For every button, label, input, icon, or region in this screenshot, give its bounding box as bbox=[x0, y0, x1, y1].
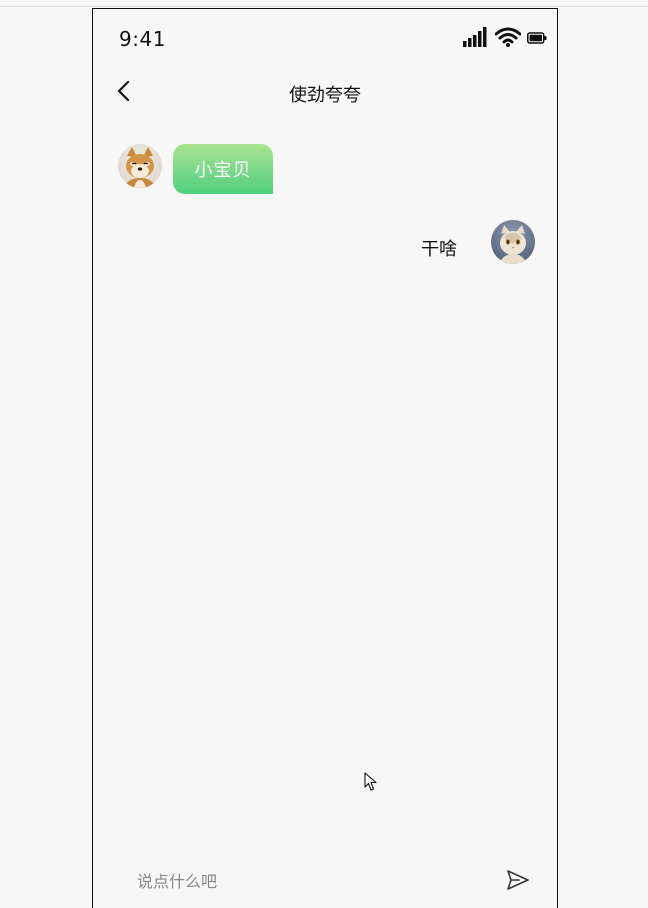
wifi-icon bbox=[494, 27, 522, 51]
top-divider bbox=[0, 6, 648, 7]
status-icons bbox=[463, 27, 547, 51]
page-title: 使劲夸夸 bbox=[289, 85, 361, 106]
message-text: 小宝贝 bbox=[194, 160, 252, 181]
send-icon bbox=[505, 870, 531, 897]
signal-icon bbox=[463, 27, 489, 51]
shiba-dog-avatar[interactable] bbox=[118, 144, 162, 188]
status-bar: 9:41 bbox=[93, 9, 557, 69]
cat-avatar[interactable] bbox=[491, 220, 535, 264]
nav-bar: 使劲夸夸 bbox=[93, 71, 557, 117]
message-bubble-received[interactable]: 小宝贝 bbox=[173, 144, 273, 194]
send-button[interactable] bbox=[505, 867, 531, 893]
message-input[interactable] bbox=[135, 865, 479, 897]
message-input-bar bbox=[93, 861, 557, 901]
battery-icon bbox=[527, 30, 547, 49]
message-sent-text[interactable]: 干啥 bbox=[421, 235, 457, 261]
mouse-cursor-icon bbox=[364, 772, 378, 792]
status-time: 9:41 bbox=[119, 27, 166, 51]
phone-frame: 9:41 使劲夸夸 小宝贝 干啥 说点什么吧 bbox=[92, 8, 558, 908]
